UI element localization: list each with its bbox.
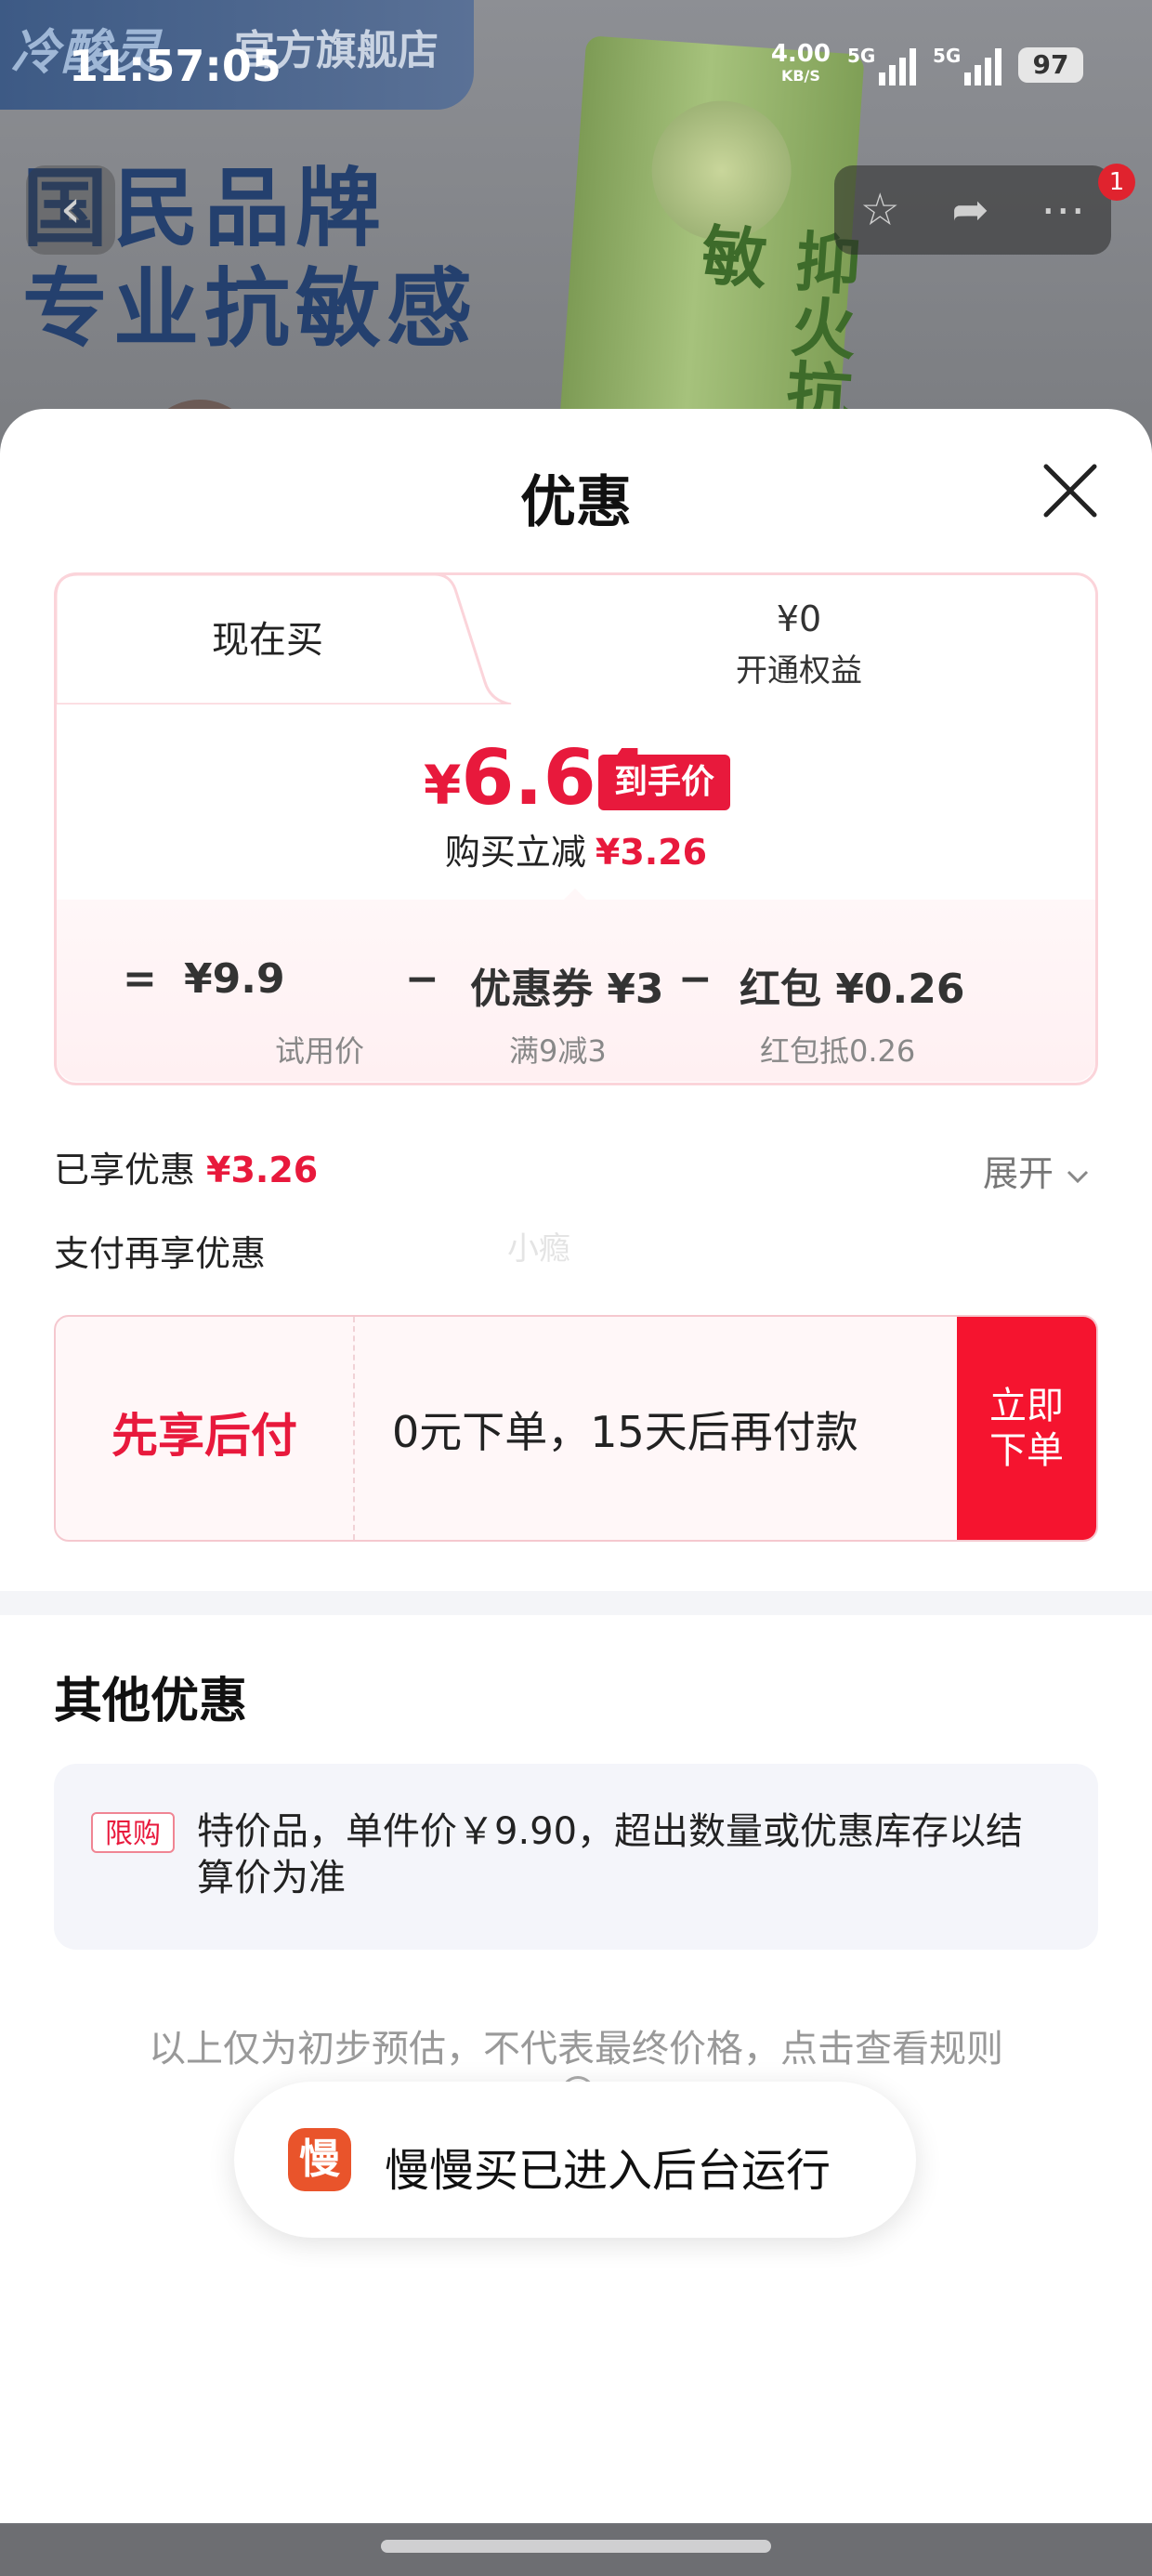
coupon-label: 满9减3: [509, 1033, 607, 1069]
buy-now-pay-later-card[interactable]: 先享后付 0元下单，15天后再付款 立即 下单: [54, 1315, 1098, 1542]
breakdown-pointer: [560, 888, 590, 903]
watermark-text: 小瘾: [507, 1230, 570, 1268]
status-time: 11:57:05: [69, 41, 281, 91]
network-speed: 4.00 KB/S: [770, 40, 831, 87]
redpack-value: 红包 ¥0.26: [740, 966, 965, 1013]
notification-badge: 1: [1098, 164, 1135, 201]
limit-text: 特价品，单件价￥9.90，超出数量或优惠库存以结算价为准: [197, 1810, 1024, 1899]
bnpl-description: 0元下单，15天后再付款: [392, 1407, 858, 1457]
instant-discount-label: 购买立减: [444, 832, 586, 873]
signal-1-icon: 5G: [847, 45, 916, 85]
banner-slogan-line2: 专业抗敏感: [22, 259, 478, 359]
expand-button[interactable]: 展开: [983, 1145, 1091, 1196]
top-action-bar: ☆ ➦ ⋯: [834, 165, 1111, 255]
battery-icon: 97: [1018, 47, 1083, 83]
enjoyed-value: ¥3.26: [206, 1150, 319, 1190]
trial-price-value: ¥9.9: [184, 955, 285, 1003]
limit-tag: 限购: [91, 1812, 175, 1853]
minus-sign-2: −: [678, 955, 713, 1003]
sheet-title: 优惠: [520, 470, 632, 535]
minus-sign-1: −: [405, 955, 439, 1003]
final-price-symbol: ¥: [424, 754, 462, 817]
more-icon[interactable]: ⋯: [1041, 184, 1085, 236]
chevron-down-icon: [1067, 1170, 1089, 1183]
expand-label: 展开: [983, 1153, 1054, 1194]
final-price-tag: 到手价: [598, 755, 730, 810]
instant-discount: 购买立减 ¥3.26: [54, 823, 1098, 874]
signal-2-label: 5G: [933, 45, 962, 67]
order-now-line1: 立即: [989, 1385, 1064, 1427]
enjoyed-discount: 已享优惠 ¥3.26: [54, 1141, 318, 1192]
rules-link[interactable]: 以上仅为初步预估，不代表最终价格，点击查看规则: [0, 2018, 1152, 2072]
background-running-toast: 慢 慢慢买已进入后台运行: [234, 2082, 916, 2238]
section-divider: [0, 1591, 1152, 1615]
toast-text: 慢慢买已进入后台运行: [385, 2145, 831, 2197]
signal-1-label: 5G: [847, 45, 876, 67]
status-icons: 4.00 KB/S 5G 5G 97: [770, 40, 1083, 87]
trial-price-label: 试用价: [275, 1033, 365, 1069]
coupon-value: 优惠券 ¥3: [470, 966, 664, 1013]
other-discounts-title: 其他优惠: [54, 1674, 248, 1729]
chevron-left-icon: ‹: [59, 177, 82, 240]
order-now-line2: 下单: [989, 1429, 1064, 1472]
price-card: 现在买 ¥0 开通权益 ¥6.64 到手价 购买立减 ¥3.26 = ¥9.9 试…: [54, 572, 1098, 1085]
enjoyed-label: 已享优惠: [54, 1150, 196, 1190]
close-icon[interactable]: [1039, 459, 1102, 522]
app-icon: 慢: [288, 2128, 351, 2191]
back-button[interactable]: ‹: [26, 165, 115, 255]
home-indicator[interactable]: [381, 2540, 771, 2553]
network-speed-unit: KB/S: [780, 67, 820, 85]
product-image: 抑火抗敏: [556, 35, 865, 465]
instant-discount-value: ¥3.26: [595, 832, 708, 873]
tab-vip-label: 开通权益: [736, 652, 862, 690]
order-now-button[interactable]: 立即 下单: [957, 1317, 1096, 1540]
bnpl-title: 先享后付: [111, 1409, 297, 1463]
purchase-limit-notice: 限购 特价品，单件价￥9.90，超出数量或优惠库存以结算价为准: [54, 1764, 1098, 1950]
network-speed-value: 4.00: [770, 40, 831, 68]
tab-vip-price: ¥0: [776, 598, 822, 639]
star-icon[interactable]: ☆: [860, 184, 900, 236]
signal-2-icon: 5G: [933, 45, 1001, 85]
product-page-background: 冷酸灵 官方旗舰店 国民品牌 专业抗敏感 抑火抗敏 11:57:05 4.00 …: [0, 0, 1152, 465]
equals-sign: =: [123, 955, 157, 1003]
tab-now-label[interactable]: 现在买: [54, 610, 481, 664]
redpack-label: 红包抵0.26: [760, 1033, 916, 1069]
share-icon[interactable]: ➦: [951, 184, 988, 236]
pay-more-discount: 支付再享优惠: [54, 1233, 267, 1274]
